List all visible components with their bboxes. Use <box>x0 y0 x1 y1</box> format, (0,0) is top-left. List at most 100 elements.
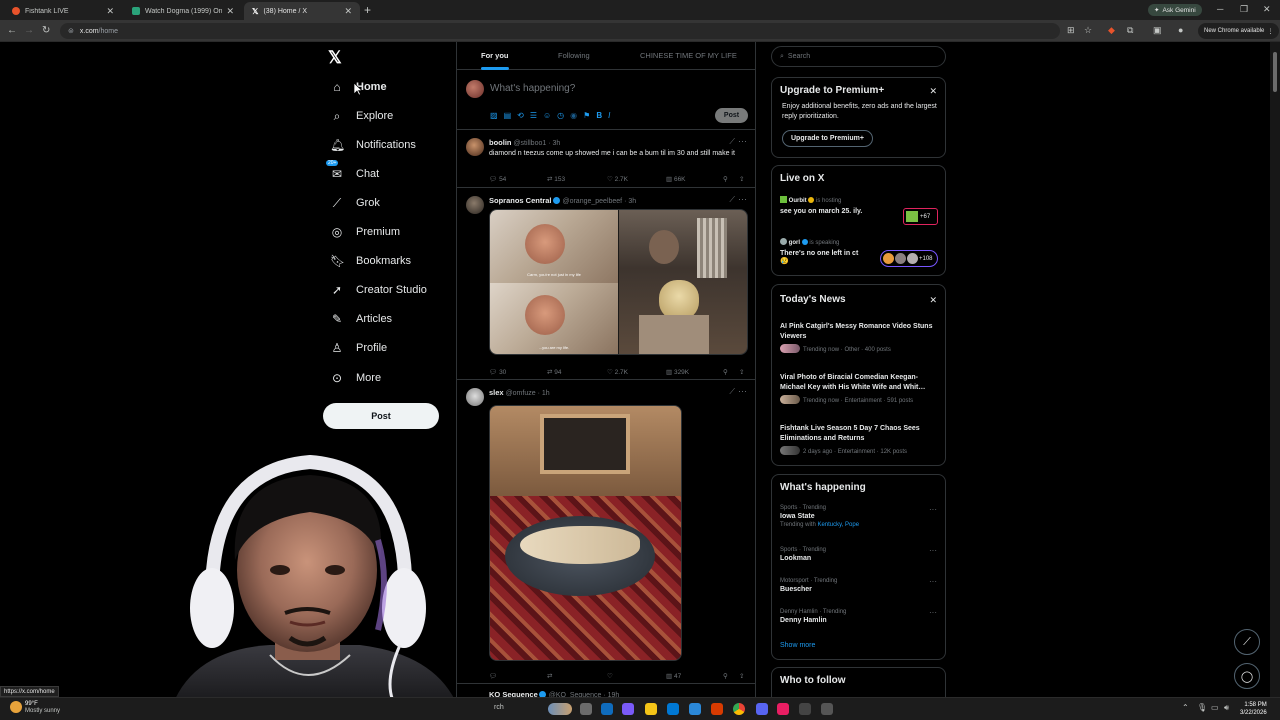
address-bar[interactable]: ⊜ x.com/home <box>60 23 1060 39</box>
tab-custom-list[interactable]: CHINESE TIME OF MY LIFE <box>640 51 737 60</box>
teams-icon[interactable] <box>622 703 634 715</box>
grok-explain-icon[interactable]: ⟋ <box>729 195 735 205</box>
x-logo-icon[interactable]: 𝕏 <box>328 48 342 68</box>
trend-link[interactable]: Kentucky, Pope <box>817 522 859 528</box>
news-item[interactable]: Viral Photo of Biracial Comedian Keegan-… <box>780 373 938 404</box>
chrome-taskbar-icon[interactable] <box>733 703 745 715</box>
author-avatar[interactable] <box>466 196 484 214</box>
close-icon[interactable]: ✕ <box>929 86 937 97</box>
site-info-icon[interactable]: ⊜ <box>68 27 74 35</box>
nav-item-notifications[interactable]: 🔔︎ Notifications <box>324 132 422 158</box>
ask-gemini-button[interactable]: ✦ Ask Gemini <box>1148 4 1202 16</box>
author-name[interactable]: Sopranos Central <box>489 196 552 205</box>
nav-item-articles[interactable]: ✎ Articles <box>324 306 398 332</box>
messages-floating-button[interactable]: ◯ <box>1234 663 1260 689</box>
back-arrow-icon[interactable]: ← <box>7 25 17 36</box>
new-tab-button[interactable]: + <box>364 3 371 17</box>
grok-explain-icon[interactable]: ⟋ <box>729 387 735 397</box>
like-button[interactable]: ♡ 2.7K <box>607 175 628 183</box>
forward-arrow-icon[interactable]: → <box>24 25 34 36</box>
grok-floating-button[interactable]: ⟋ <box>1234 629 1260 655</box>
chrome-update-button[interactable]: New Chrome available ⋮ <box>1198 23 1280 39</box>
more-options-icon[interactable]: ··· <box>929 546 937 555</box>
nav-item-chat[interactable]: ✉ 20+ Chat <box>324 160 385 187</box>
poll-icon[interactable]: ☰ <box>530 111 537 120</box>
like-button[interactable]: ♡ <box>607 672 613 680</box>
schedule-icon[interactable]: ◷ <box>557 111 564 120</box>
network-icon[interactable]: ▭ <box>1211 703 1219 712</box>
show-more-link[interactable]: Show more <box>780 642 815 649</box>
chevron-up-icon[interactable]: ⌃ <box>1182 703 1189 712</box>
live-item[interactable]: Ourbit is hosting see you on march 25. i… <box>780 196 862 215</box>
share-icon[interactable]: ⇪ <box>739 368 744 376</box>
trend-item[interactable]: Sports · Trending Lookman <box>780 547 826 562</box>
browser-tab-fishtank[interactable]: Fishtank LIVE ✕ <box>4 2 122 20</box>
grok-image-icon[interactable]: ⟲ <box>517 111 524 120</box>
more-options-icon[interactable]: ··· <box>738 136 747 146</box>
nav-item-premium[interactable]: ◎ Premium <box>324 219 406 245</box>
close-icon[interactable]: ✕ <box>929 295 937 306</box>
more-options-icon[interactable]: ··· <box>929 505 937 514</box>
author-handle[interactable]: @orange_peelbeef <box>562 198 622 205</box>
page-scrollbar[interactable] <box>1270 42 1280 712</box>
extensions-puzzle-icon[interactable]: ⧉ <box>1127 25 1133 36</box>
minimize-window-button[interactable]: ─ <box>1217 4 1223 14</box>
upgrade-premium-button[interactable]: Upgrade to Premium+ <box>782 130 873 147</box>
nav-item-profile[interactable]: ♙ Profile <box>324 335 393 361</box>
more-options-icon[interactable]: ··· <box>929 608 937 617</box>
discord-icon[interactable] <box>756 703 768 715</box>
flag-icon[interactable]: ⚑ <box>583 111 590 120</box>
repost-button[interactable]: ⇄ 94 <box>547 368 562 376</box>
app-icon[interactable] <box>777 703 789 715</box>
author-handle[interactable]: @stillboo1 <box>513 140 546 147</box>
share-icon[interactable]: ⇪ <box>739 175 744 183</box>
repost-button[interactable]: ⇄ 153 <box>547 175 565 183</box>
tweet-image[interactable] <box>489 405 682 661</box>
location-icon[interactable]: ◉ <box>570 111 577 120</box>
italic-icon[interactable]: I <box>608 111 610 120</box>
media-icon[interactable]: ▨ <box>490 111 498 120</box>
close-tab-icon[interactable]: ✕ <box>106 6 114 17</box>
search-highlight-icon[interactable] <box>548 703 572 715</box>
author-name[interactable]: boolin <box>489 138 512 147</box>
nav-item-creator-studio[interactable]: ➚ Creator Studio <box>324 277 433 303</box>
weather-widget[interactable]: 99°F Mostly sunny <box>25 701 60 715</box>
task-view-icon[interactable] <box>580 703 592 715</box>
close-tab-icon[interactable]: ✕ <box>226 6 234 17</box>
reply-button[interactable]: 💬︎ 54 <box>489 175 506 183</box>
tweet-time[interactable]: 3h <box>628 198 636 205</box>
tweet[interactable]: boolin @stillboo1 · 3h ⟋ ··· diamond n t… <box>457 130 755 188</box>
nav-item-grok[interactable]: ⟋ Grok <box>324 190 386 216</box>
author-handle[interactable]: @omfuze <box>506 390 536 397</box>
share-icon[interactable]: ⇪ <box>739 672 744 680</box>
app-icon[interactable] <box>821 703 833 715</box>
close-tab-icon[interactable]: ✕ <box>344 6 352 17</box>
trend-item[interactable]: Denny Hamlin · Trending Denny Hamlin <box>780 609 846 624</box>
news-item[interactable]: Fishtank Live Season 5 Day 7 Chaos Sees … <box>780 424 938 455</box>
views-count[interactable]: ▥ 66K <box>666 175 686 183</box>
like-button[interactable]: ♡ 2.7K <box>607 368 628 376</box>
bookmark-icon[interactable]: ⚲ <box>723 175 728 183</box>
reply-button[interactable]: 💬︎ <box>489 672 497 680</box>
tweet[interactable]: Sopranos Central @orange_peelbeef · 3h ⟋… <box>457 188 755 380</box>
post-button[interactable]: Post <box>323 403 439 429</box>
listeners-badge[interactable]: +67 <box>903 208 938 225</box>
news-item[interactable]: AI Pink Catgirl's Messy Romance Video St… <box>780 322 938 353</box>
nav-item-more[interactable]: ⊙ More <box>324 365 387 391</box>
search-input[interactable]: ⌕ Search <box>771 46 946 67</box>
microphone-icon[interactable]: 🎙︎ <box>1197 703 1207 712</box>
composer-input[interactable]: What's happening? <box>490 83 575 94</box>
emoji-icon[interactable]: ☺ <box>543 111 551 120</box>
volume-icon[interactable]: 🔊︎ <box>1224 703 1229 713</box>
grok-explain-icon[interactable]: ⟋ <box>729 137 735 147</box>
gif-icon[interactable]: ▤ <box>504 111 512 120</box>
clock[interactable]: 1:58 PM 3/22/2026 <box>1240 701 1267 717</box>
live-item[interactable]: gorl is speaking There's no one left in … <box>780 238 858 265</box>
tweet-time[interactable]: 3h <box>552 140 560 147</box>
tweet[interactable]: slex @omfuze · 1h ⟋ ··· 💬︎ ⇄ ♡ ▥ 47 ⚲ ⇪ <box>457 380 755 684</box>
install-app-icon[interactable]: ⊞ <box>1067 25 1075 36</box>
listeners-badge[interactable]: +108 <box>880 250 938 267</box>
restore-window-button[interactable]: ❐ <box>1240 4 1248 15</box>
tab-for-you[interactable]: For you <box>481 51 509 60</box>
file-explorer-icon[interactable] <box>645 703 657 715</box>
